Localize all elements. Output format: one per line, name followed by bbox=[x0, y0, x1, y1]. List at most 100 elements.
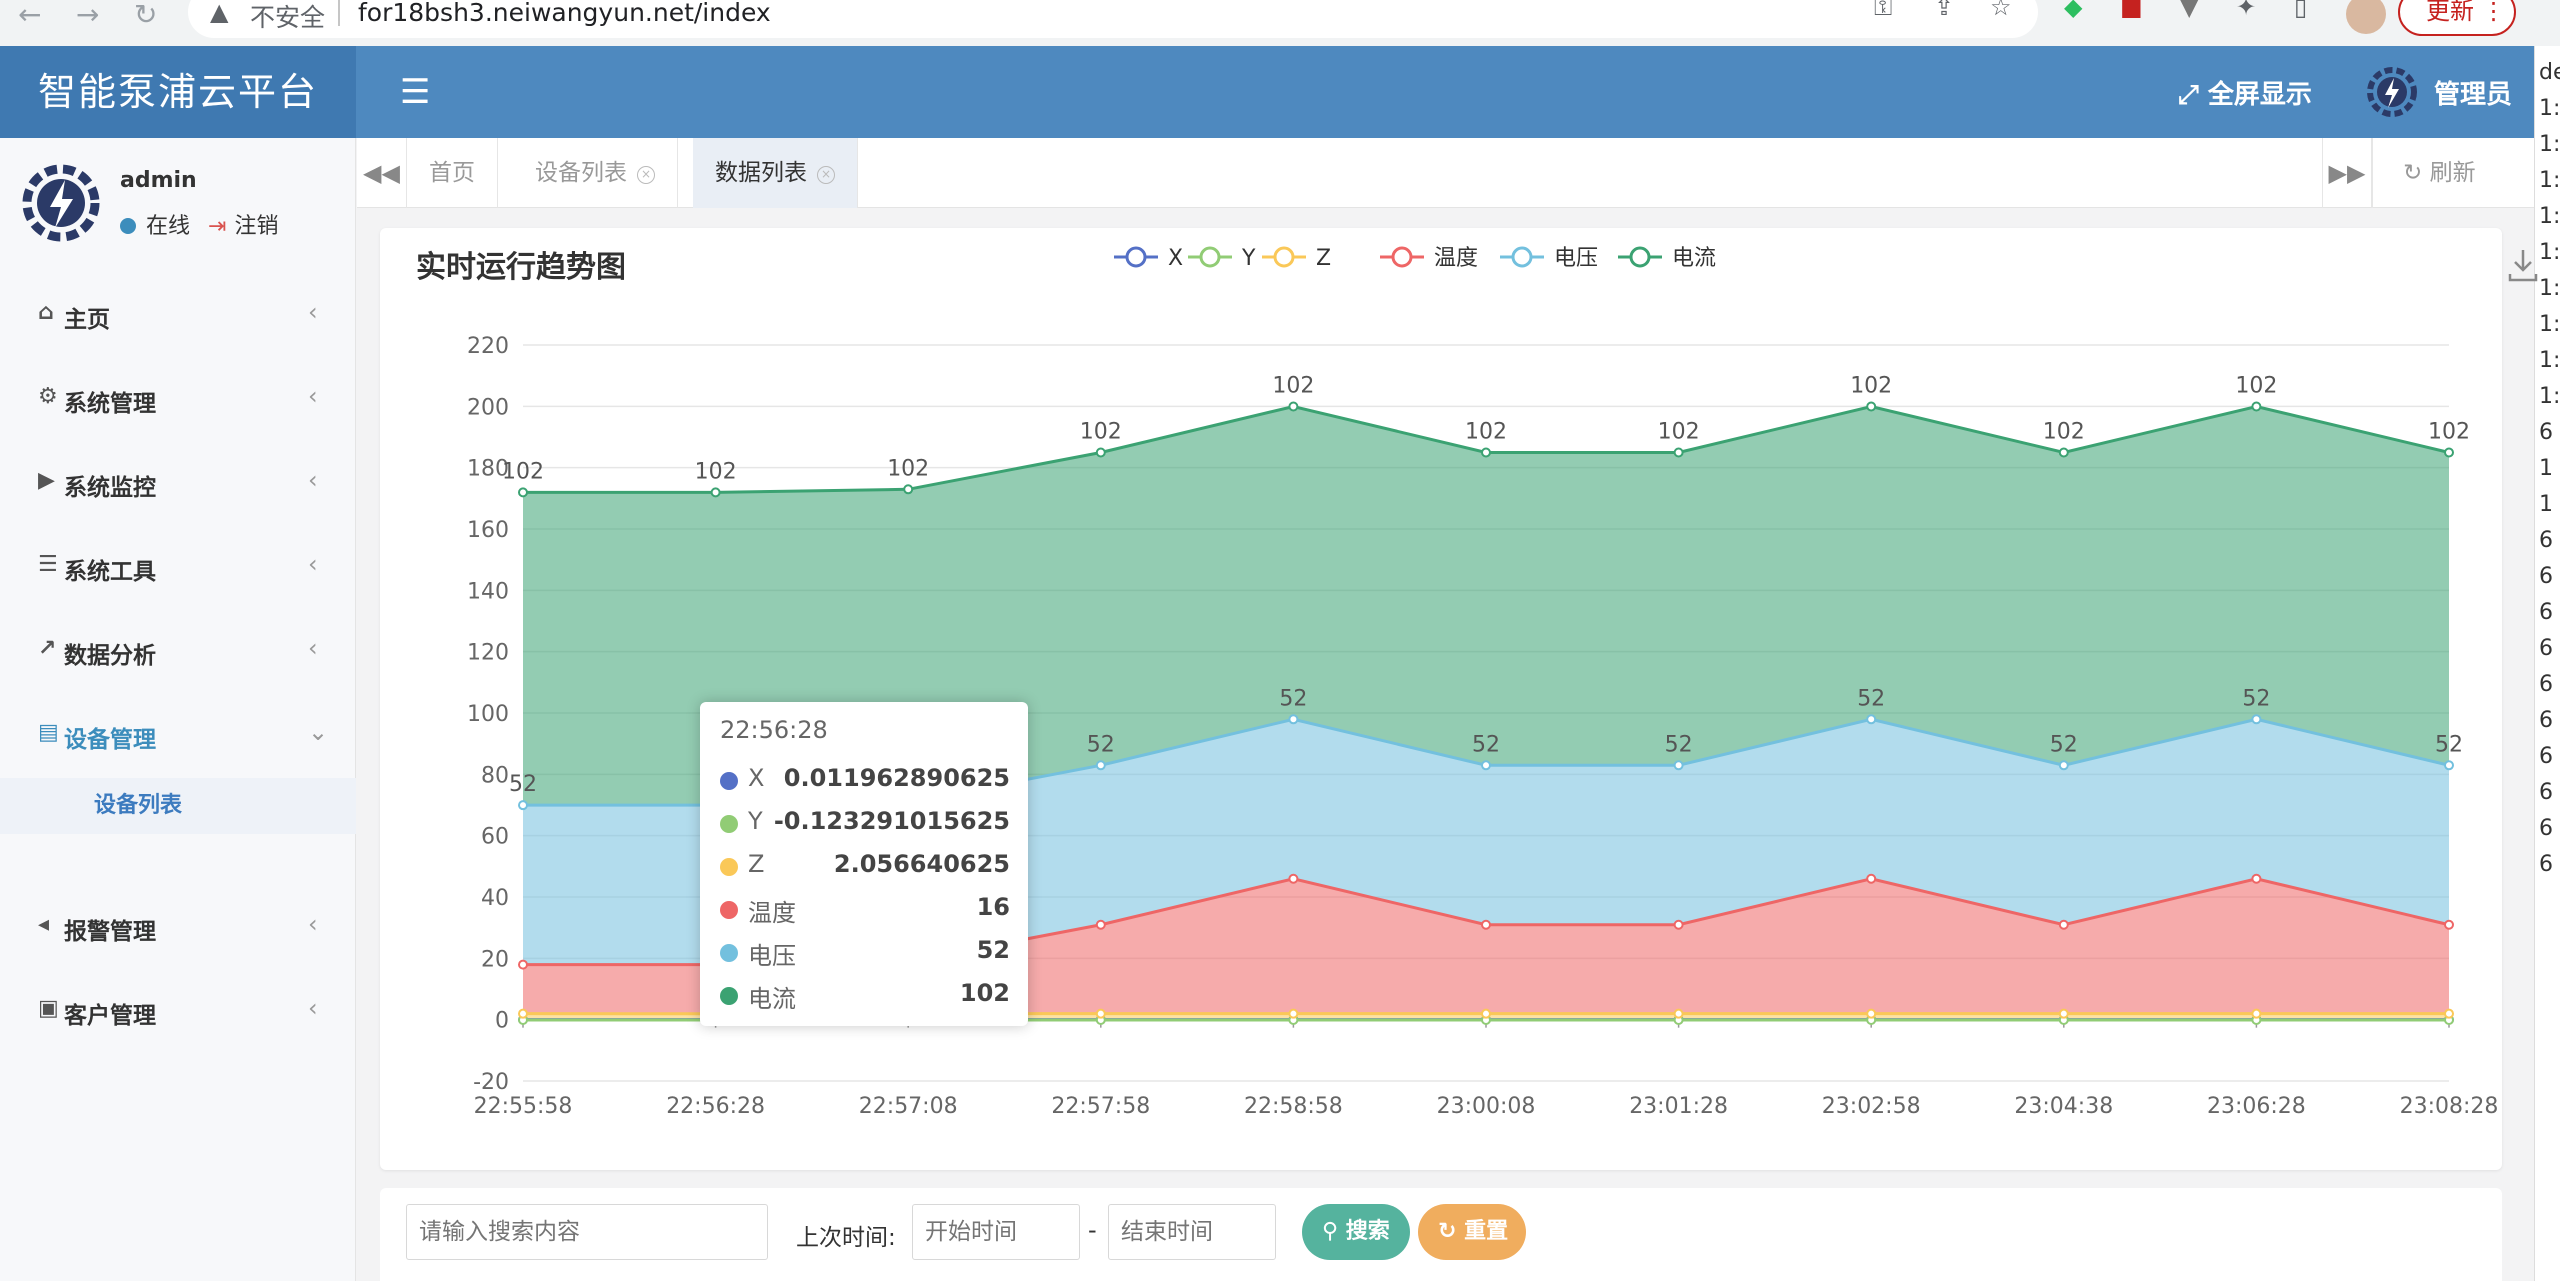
legend-marker-icon bbox=[1511, 246, 1533, 268]
fullscreen-button[interactable]: ⤢ 全屏显示 bbox=[2178, 74, 2312, 111]
y-tick-label: 40 bbox=[481, 886, 509, 911]
url-text[interactable]: for18bsh3.neiwangyun.net/index bbox=[358, 0, 771, 27]
brand-title: 智能泵浦云平台 bbox=[0, 46, 356, 138]
back-icon[interactable]: ← bbox=[18, 0, 41, 30]
data-label: 52 bbox=[2435, 732, 2463, 757]
sidepanel-icon[interactable]: ▯ bbox=[2294, 0, 2307, 22]
evernote-icon[interactable]: ◆ bbox=[2064, 0, 2082, 22]
x-tick-label: 22:57:58 bbox=[1051, 1094, 1150, 1119]
forward-icon[interactable]: → bbox=[76, 0, 99, 30]
star-icon[interactable]: ☆ bbox=[1990, 0, 2012, 22]
data-point bbox=[2444, 1008, 2454, 1019]
sidebar-item-5[interactable]: ▤ 设备管理 ⌄ bbox=[0, 704, 356, 764]
update-button[interactable]: 更新 ⋮ bbox=[2398, 0, 2516, 36]
admin-label[interactable]: 管理员 bbox=[2434, 74, 2512, 111]
reset-button[interactable]: ↻ 重置 bbox=[1418, 1204, 1526, 1260]
y-tick-label: -20 bbox=[473, 1070, 509, 1095]
data-label: 102 bbox=[695, 459, 737, 484]
profile-avatar[interactable] bbox=[2346, 0, 2386, 34]
tab-0[interactable]: 首页 bbox=[407, 138, 498, 208]
sidebar-item-0[interactable]: ⌂ 主页 ‹ bbox=[0, 284, 356, 344]
sidebar-item-label: 报警管理 bbox=[64, 919, 156, 945]
download-icon[interactable] bbox=[2506, 244, 2540, 284]
data-point bbox=[2251, 401, 2262, 412]
address-bar[interactable]: ▲ 不安全 for18bsh3.neiwangyun.net/index bbox=[188, 0, 2038, 38]
chevron-left-icon: ‹ bbox=[308, 382, 318, 410]
y-tick-label: 100 bbox=[467, 702, 509, 727]
series-marker-icon bbox=[720, 944, 738, 962]
sidebar-item-3[interactable]: ☰ 系统工具 ‹ bbox=[0, 536, 356, 596]
data-point bbox=[2251, 714, 2262, 725]
share-icon[interactable]: ⇪ bbox=[1934, 0, 1954, 22]
data-label: 52 bbox=[1087, 732, 1115, 757]
data-point bbox=[2444, 447, 2454, 458]
data-label: 102 bbox=[1272, 373, 1314, 398]
reload-icon[interactable]: ↻ bbox=[134, 0, 157, 30]
tabs-scroll-left-icon[interactable]: ◀◀ bbox=[357, 138, 407, 208]
data-point bbox=[1673, 760, 1684, 771]
data-point bbox=[1095, 760, 1106, 771]
data-label: 52 bbox=[1857, 686, 1885, 711]
sidebar-item-7[interactable]: ▣ 客户管理 ‹ bbox=[0, 980, 356, 1040]
logout-link[interactable]: 注销 bbox=[234, 214, 278, 239]
tooltip-row: 温度 16 bbox=[720, 891, 1010, 931]
data-point bbox=[1673, 1008, 1684, 1019]
legend-label: 温度 bbox=[1434, 246, 1478, 271]
data-point bbox=[1288, 714, 1299, 725]
series-marker-icon bbox=[720, 901, 738, 919]
sidebar-item-1[interactable]: ⚙ 系统管理 ‹ bbox=[0, 368, 356, 428]
data-label: 102 bbox=[1465, 419, 1507, 444]
tab-label: 数据列表 bbox=[715, 160, 807, 186]
end-time-input[interactable] bbox=[1108, 1204, 1276, 1260]
home-icon: ⌂ bbox=[38, 300, 54, 325]
legend-marker-icon bbox=[1125, 246, 1147, 268]
key-icon[interactable]: ⚿ bbox=[1874, 0, 1892, 22]
vue-icon[interactable]: ▼ bbox=[2180, 0, 2198, 22]
series-marker-icon bbox=[720, 987, 738, 1005]
background-text: de bbox=[2539, 60, 2560, 85]
puzzle-icon[interactable]: ✦ bbox=[2236, 0, 2256, 22]
browser-toolbar: ← → ↻ ▲ 不安全 for18bsh3.neiwangyun.net/ind… bbox=[0, 0, 2560, 46]
background-text: 6 bbox=[2539, 600, 2553, 625]
warning-icon: ▲ bbox=[210, 0, 229, 26]
background-text: 1 bbox=[2539, 492, 2553, 517]
pdf-icon[interactable]: ■ bbox=[2120, 0, 2143, 22]
sidebar-item-6[interactable]: ◂ 报警管理 ‹ bbox=[0, 896, 356, 956]
tab-bar: ◀◀ 首页 设备列表 × 数据列表 × ▶▶ ↻ 刷新 bbox=[357, 138, 2534, 208]
refresh-icon: ↻ bbox=[2403, 160, 2423, 186]
insecure-label: 不安全 bbox=[250, 3, 326, 32]
reset-icon: ↻ bbox=[1438, 1219, 1457, 1244]
refresh-button[interactable]: ↻ 刷新 bbox=[2372, 138, 2534, 208]
search-button[interactable]: ⚲ 搜索 bbox=[1302, 1204, 1410, 1260]
data-point bbox=[1866, 1008, 1877, 1019]
refresh-label: 刷新 bbox=[2429, 160, 2476, 186]
chevron-left-icon: ‹ bbox=[308, 634, 318, 662]
tabs-scroll-right-icon[interactable]: ▶▶ bbox=[2322, 138, 2372, 208]
start-time-input[interactable] bbox=[912, 1204, 1080, 1260]
logout-icon[interactable]: ⇥ bbox=[208, 214, 226, 239]
chevron-left-icon: ‹ bbox=[308, 298, 318, 326]
data-label: 102 bbox=[2428, 419, 2470, 444]
user-status: 在线 ⇥ 注销 bbox=[120, 208, 278, 240]
sidebar-item-4[interactable]: ↗ 数据分析 ‹ bbox=[0, 620, 356, 680]
chevron-down-icon: ⌄ bbox=[308, 718, 329, 746]
close-icon[interactable]: × bbox=[637, 166, 655, 184]
data-point bbox=[1481, 447, 1491, 458]
data-point bbox=[1481, 1008, 1491, 1019]
last-time-label: 上次时间: bbox=[796, 1225, 896, 1251]
expand-icon: ⤢ bbox=[2178, 80, 2199, 110]
tab-2[interactable]: 数据列表 × bbox=[693, 138, 858, 208]
hamburger-icon[interactable]: ☰ bbox=[400, 72, 430, 112]
sidebar-item-label: 客户管理 bbox=[64, 1003, 156, 1029]
admin-logo-icon[interactable] bbox=[2366, 66, 2418, 118]
sidebar-item-2[interactable]: ▶ 系统监控 ‹ bbox=[0, 452, 356, 512]
close-icon[interactable]: × bbox=[817, 166, 835, 184]
tooltip-series-value: 52 bbox=[976, 936, 1010, 964]
y-tick-label: 160 bbox=[467, 518, 509, 543]
server-icon: ▤ bbox=[38, 720, 59, 745]
update-label: 更新 bbox=[2426, 0, 2474, 25]
tooltip-series-name: X bbox=[748, 764, 765, 792]
search-input[interactable] bbox=[406, 1204, 768, 1260]
sidebar-subitem-device-list[interactable]: 设备列表 bbox=[0, 778, 356, 834]
tab-1[interactable]: 设备列表 × bbox=[513, 138, 678, 208]
